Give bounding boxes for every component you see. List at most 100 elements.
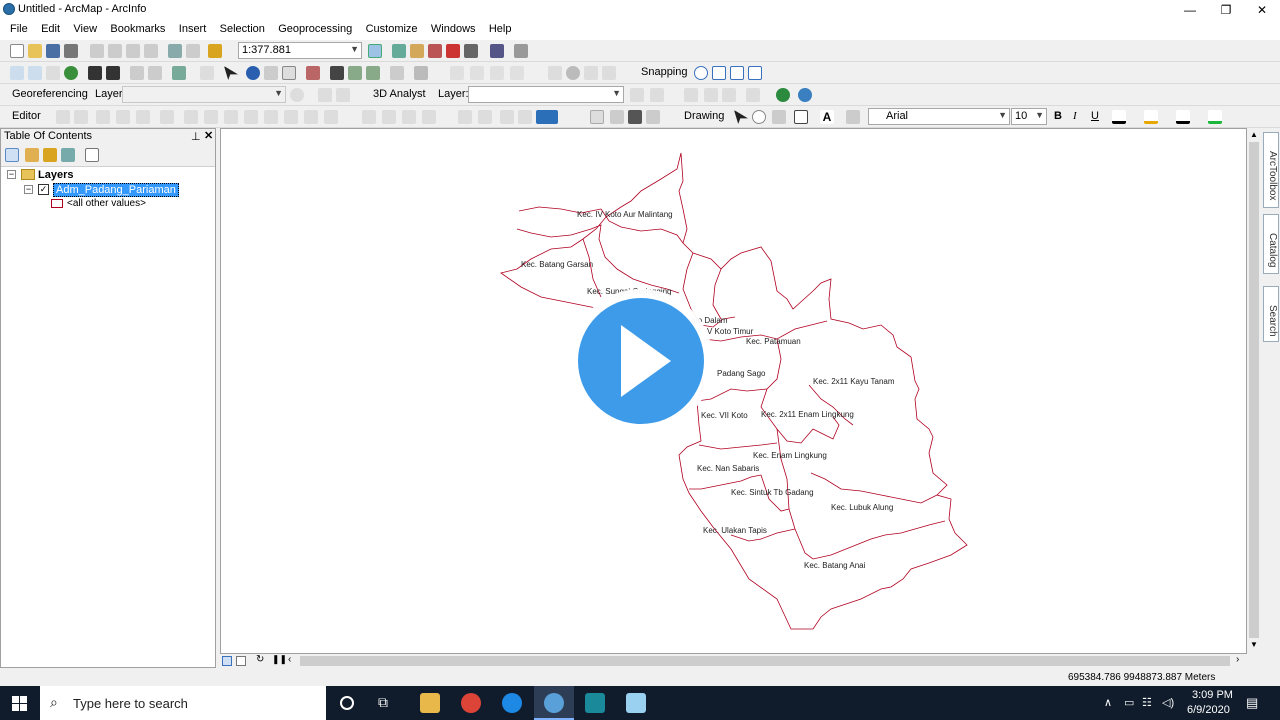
- 3d-analyst-menu[interactable]: 3D Analyst: [373, 88, 426, 100]
- rectangle-icon[interactable]: [794, 110, 808, 124]
- whats-this-icon[interactable]: [514, 44, 528, 58]
- refresh-icon[interactable]: ↻: [256, 654, 264, 665]
- data-view-icon[interactable]: [222, 656, 232, 666]
- arcglobe-icon[interactable]: [798, 88, 812, 102]
- zoom-out-icon[interactable]: [28, 66, 42, 80]
- identify-icon[interactable]: [246, 66, 260, 80]
- clear-selection-icon[interactable]: [200, 66, 214, 80]
- georef-layer-combo[interactable]: ▼: [122, 86, 286, 103]
- menu-help[interactable]: Help: [489, 20, 512, 35]
- zoom-to-selected-icon[interactable]: [772, 110, 786, 124]
- forward-icon[interactable]: [148, 66, 162, 80]
- underline-button[interactable]: U: [1091, 110, 1099, 122]
- text-icon[interactable]: A: [820, 110, 834, 124]
- point-snapping-icon[interactable]: [694, 66, 708, 80]
- maximize-button[interactable]: ❐: [1208, 0, 1244, 20]
- edge-snapping-icon[interactable]: [748, 66, 762, 80]
- undo-icon[interactable]: [168, 44, 182, 58]
- menu-geoprocessing[interactable]: Geoprocessing: [278, 20, 352, 35]
- fixed-zoom-out-icon[interactable]: [106, 66, 120, 80]
- add-data-icon[interactable]: [208, 44, 222, 58]
- print-preview-icon[interactable]: [628, 110, 642, 124]
- scroll-up-icon[interactable]: ▲: [1250, 130, 1258, 139]
- search-window-icon[interactable]: [428, 44, 442, 58]
- catalog-window-icon[interactable]: [410, 44, 424, 58]
- cut-icon[interactable]: [90, 44, 104, 58]
- scroll-down-icon[interactable]: ▼: [1250, 640, 1258, 649]
- list-by-selection-icon[interactable]: [61, 148, 75, 162]
- fill-color-swatch[interactable]: [536, 110, 558, 124]
- select-elements-icon[interactable]: [734, 110, 748, 124]
- legend-symbol-swatch[interactable]: [51, 199, 63, 208]
- select-elements-icon[interactable]: [224, 66, 238, 80]
- snapping-label[interactable]: Snapping: [641, 66, 688, 78]
- video-play-button[interactable]: [569, 289, 713, 433]
- scroll-right-icon[interactable]: ›: [1236, 654, 1239, 665]
- list-by-visibility-icon[interactable]: [43, 148, 57, 162]
- editor-toolbar-icon[interactable]: [368, 44, 382, 58]
- marker-color-icon[interactable]: [1208, 110, 1222, 124]
- layout-icon[interactable]: [590, 110, 604, 124]
- time-slider-icon[interactable]: [390, 66, 404, 80]
- map-horizontal-scrollbar[interactable]: ↻ ❚❚ ‹ ›: [220, 654, 1247, 668]
- bold-button[interactable]: B: [1054, 110, 1062, 122]
- save-icon[interactable]: [46, 44, 60, 58]
- list-by-drawing-order-icon[interactable]: [5, 148, 19, 162]
- map-canvas[interactable]: Kec. IV Koto Aur Malintang Kec. Batang G…: [221, 129, 1248, 655]
- pause-drawing-icon[interactable]: ❚❚: [272, 654, 287, 665]
- drawing-menu[interactable]: Drawing: [684, 110, 724, 122]
- minimize-button[interactable]: —: [1172, 0, 1208, 20]
- edit-vertices-icon[interactable]: [846, 110, 860, 124]
- search-tab[interactable]: Search: [1263, 286, 1279, 342]
- font-size-combo[interactable]: 10 ▼: [1011, 108, 1047, 125]
- close-button[interactable]: ✕: [1244, 0, 1280, 20]
- menu-bookmarks[interactable]: Bookmarks: [110, 20, 165, 35]
- pan-icon[interactable]: [46, 66, 60, 80]
- go-to-xy-icon[interactable]: [366, 66, 380, 80]
- menu-selection[interactable]: Selection: [220, 20, 265, 35]
- scroll-thumb[interactable]: [1249, 142, 1259, 638]
- network-icon[interactable]: ☷: [1142, 696, 1152, 709]
- clock-time[interactable]: 3:09 PM: [1192, 689, 1233, 701]
- copy-icon[interactable]: [108, 44, 122, 58]
- arctoolbox-tab[interactable]: ArcToolbox: [1263, 132, 1279, 208]
- viewer-icon[interactable]: [414, 66, 428, 80]
- font-name-combo[interactable]: Arial ▼: [868, 108, 1010, 125]
- model-builder-icon[interactable]: [490, 44, 504, 58]
- editor-menu[interactable]: Editor: [12, 110, 41, 122]
- notepad-icon[interactable]: [626, 693, 646, 713]
- list-by-source-icon[interactable]: [25, 148, 39, 162]
- video-app-icon[interactable]: [585, 693, 605, 713]
- chrome-icon[interactable]: [461, 693, 481, 713]
- menu-view[interactable]: View: [73, 20, 97, 35]
- fixed-zoom-in-icon[interactable]: [88, 66, 102, 80]
- menu-file[interactable]: File: [10, 20, 28, 35]
- toc-root-layers[interactable]: Layers: [38, 169, 73, 181]
- map-vertical-scrollbar[interactable]: ▲ ▼: [1247, 128, 1261, 654]
- menu-customize[interactable]: Customize: [366, 20, 418, 35]
- html-popup-icon[interactable]: [282, 66, 296, 80]
- italic-button[interactable]: I: [1073, 110, 1077, 122]
- windows-start-icon[interactable]: [12, 696, 28, 712]
- chevron-up-icon[interactable]: ∧: [1104, 696, 1112, 709]
- redo-icon[interactable]: [186, 44, 200, 58]
- end-snapping-icon[interactable]: [712, 66, 726, 80]
- task-view-icon[interactable]: ⧉: [378, 694, 388, 711]
- battery-icon[interactable]: ▭: [1124, 696, 1134, 709]
- line-color-icon[interactable]: [1176, 110, 1190, 124]
- font-color-icon[interactable]: [1112, 110, 1126, 124]
- pin-icon[interactable]: ⊥: [191, 130, 201, 143]
- layout-icon[interactable]: [610, 110, 624, 124]
- delete-icon[interactable]: [144, 44, 158, 58]
- select-features-icon[interactable]: [172, 66, 186, 80]
- back-icon[interactable]: [130, 66, 144, 80]
- file-explorer-icon[interactable]: [420, 693, 440, 713]
- volume-icon[interactable]: ◁): [1162, 696, 1174, 709]
- open-icon[interactable]: [28, 44, 42, 58]
- measure-icon[interactable]: [306, 66, 320, 80]
- find-route-icon[interactable]: [348, 66, 362, 80]
- clock-date[interactable]: 6/9/2020: [1187, 704, 1230, 716]
- layer-visibility-checkbox[interactable]: ✓: [38, 184, 49, 195]
- map-scale-combo[interactable]: 1:377.881 ▼: [238, 42, 362, 59]
- 3d-layer-combo[interactable]: ▼: [468, 86, 624, 103]
